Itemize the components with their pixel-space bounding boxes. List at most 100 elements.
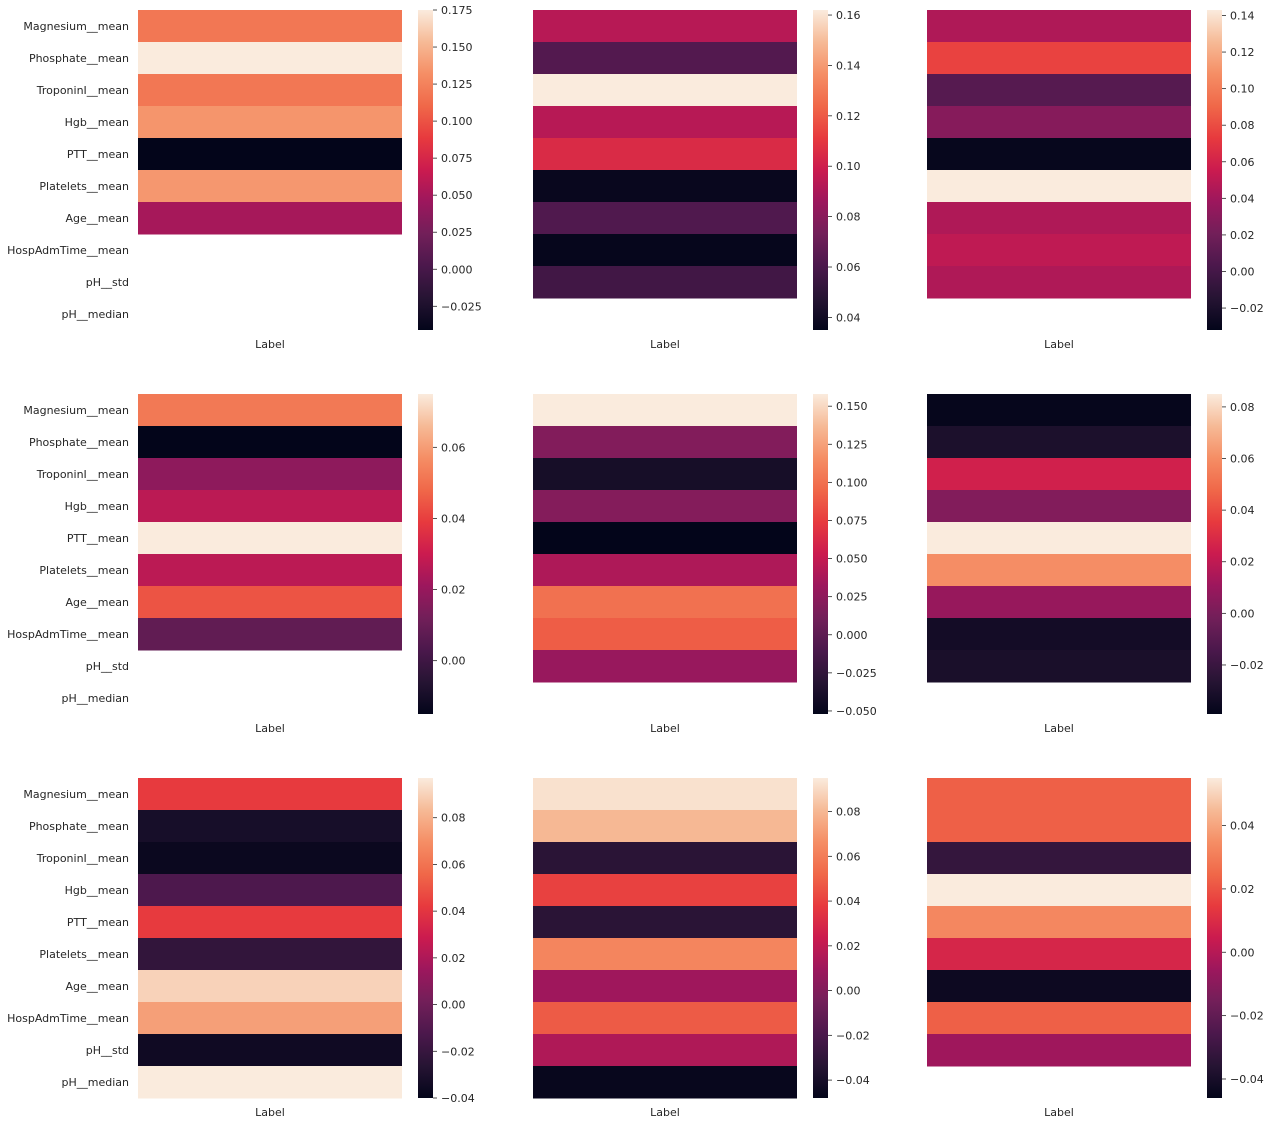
heatmap-figure: Magnesium__mean Phosphate__mean TroponinI_…: [7, 4, 1264, 1119]
heatmap-cell: [533, 938, 797, 971]
heatmap-cell: [533, 458, 797, 491]
row-label: Age__mean: [66, 596, 129, 609]
heatmap-cell: [927, 522, 1191, 555]
heatmap-cell: [138, 970, 402, 1003]
row-label: Age__mean: [66, 980, 129, 993]
heatmap-cell: [533, 394, 797, 427]
heatmap-panel-6: Label −0.02 0.00 0.02 0.04 0.06 0.08: [927, 394, 1264, 735]
heatmap-cell: [927, 42, 1191, 75]
row-label: pH__std: [86, 1044, 129, 1057]
heatmap-panel-1: Magnesium__mean Phosphate__mean TroponinI_…: [7, 4, 482, 351]
x-axis-label: Label: [1044, 1106, 1074, 1119]
colorbar-tick-label: 0.175: [441, 4, 473, 17]
colorbar-tick-label: 0.08: [836, 211, 861, 224]
heatmap-cell: [927, 202, 1191, 235]
row-label: PTT__mean: [67, 916, 129, 929]
heatmap-cell: [138, 394, 402, 427]
colorbar-tick-label: 0.125: [441, 78, 473, 91]
heatmap-cell: [927, 554, 1191, 587]
heatmap-cell: [138, 778, 402, 811]
heatmap-panel-3: Label −0.02 0.00 0.02 0.04 0.06 0.08 0.10 0.12 0.…: [927, 9, 1264, 351]
row-label: HospAdmTime__mean: [7, 1012, 129, 1025]
heatmap-cell: [138, 74, 402, 107]
row-label: Phosphate__mean: [29, 820, 129, 833]
colorbar-tick-label: 0.00: [441, 655, 466, 668]
colorbar-tick-label: 0.06: [441, 441, 466, 454]
colorbar: [1207, 10, 1222, 330]
colorbar-tick-label: 0.025: [441, 226, 473, 239]
row-label: Magnesium__mean: [23, 788, 129, 801]
heatmap-cell: [533, 234, 797, 267]
colorbar-tick-label: −0.04: [441, 1092, 475, 1105]
colorbar-tick-label: 0.02: [1230, 883, 1255, 896]
row-label: TroponinI__mean: [36, 852, 129, 865]
colorbar: [1207, 394, 1222, 714]
colorbar: [1207, 778, 1222, 1098]
heatmap-cell: [927, 842, 1191, 875]
heatmap-cell: [927, 938, 1191, 971]
heatmap-cell: [927, 266, 1191, 299]
heatmap-cell: [533, 970, 797, 1003]
row-label: Platelets__mean: [39, 948, 129, 961]
heatmap-cell: [533, 138, 797, 171]
colorbar: [813, 10, 828, 330]
row-label: Magnesium__mean: [23, 404, 129, 417]
colorbar-tick-label: 0.02: [441, 952, 466, 965]
heatmap-cell: [533, 10, 797, 43]
colorbar-tick-label: −0.04: [1230, 1073, 1264, 1086]
x-axis-label: Label: [650, 722, 680, 735]
heatmap-cell: [927, 874, 1191, 907]
heatmap-cell: [533, 522, 797, 555]
colorbar-tick-label: 0.06: [836, 850, 861, 863]
heatmap-cell: [533, 170, 797, 203]
colorbar-tick-label: 0.00: [1230, 607, 1255, 620]
colorbar-tick-label: −0.025: [836, 667, 877, 680]
heatmap-cell: [927, 778, 1191, 811]
heatmap-cell: [533, 650, 797, 683]
x-axis-label: Label: [1044, 722, 1074, 735]
x-axis-label: Label: [1044, 338, 1074, 351]
heatmap-cell: [138, 586, 402, 619]
colorbar-tick-label: −0.04: [836, 1074, 870, 1087]
colorbar: [418, 394, 433, 714]
row-label: HospAdmTime__mean: [7, 628, 129, 641]
heatmap-cell: [138, 874, 402, 907]
row-label: Phosphate__mean: [29, 436, 129, 449]
heatmap-cell: [138, 426, 402, 459]
colorbar-tick-label: 0.04: [836, 895, 861, 908]
row-label: Hgb__mean: [65, 116, 129, 129]
heatmap-cell: [533, 778, 797, 811]
row-label: Platelets__mean: [39, 564, 129, 577]
colorbar-tick-label: 0.06: [836, 261, 861, 274]
heatmap-cell: [927, 586, 1191, 619]
colorbar-tick-label: 0.02: [441, 584, 466, 597]
colorbar-tick-label: 0.08: [836, 806, 861, 819]
heatmap-cell: [927, 650, 1191, 683]
heatmap-cell: [138, 1002, 402, 1035]
row-label: HospAdmTime__mean: [7, 244, 129, 257]
heatmap-cell: [927, 74, 1191, 107]
heatmap-cell: [138, 42, 402, 75]
colorbar-tick-label: 0.150: [441, 41, 473, 54]
row-label: Hgb__mean: [65, 884, 129, 897]
row-label: pH__median: [62, 1076, 130, 1089]
heatmap-cell: [138, 810, 402, 843]
colorbar-tick-label: 0.000: [441, 263, 473, 276]
row-label: Magnesium__mean: [23, 20, 129, 33]
colorbar-tick-label: 0.00: [1230, 946, 1255, 959]
heatmap-cell: [138, 1066, 402, 1099]
colorbar: [418, 10, 433, 330]
heatmap-cell: [138, 618, 402, 651]
colorbar-tick-label: 0.000: [836, 629, 868, 642]
colorbar-tick-label: 0.04: [1230, 820, 1255, 833]
heatmap-cell: [138, 106, 402, 139]
row-label: TroponinI__mean: [36, 84, 129, 97]
heatmap-cell: [533, 106, 797, 139]
colorbar: [813, 778, 828, 1098]
heatmap-panel-9: Label −0.04 −0.02 0.00 0.02 0.04: [927, 778, 1264, 1119]
heatmap-cell: [533, 586, 797, 619]
colorbar-tick-label: 0.075: [836, 514, 868, 527]
colorbar-tick-label: 0.00: [441, 999, 466, 1012]
colorbar-tick-label: 0.04: [441, 905, 466, 918]
row-label: Hgb__mean: [65, 500, 129, 513]
